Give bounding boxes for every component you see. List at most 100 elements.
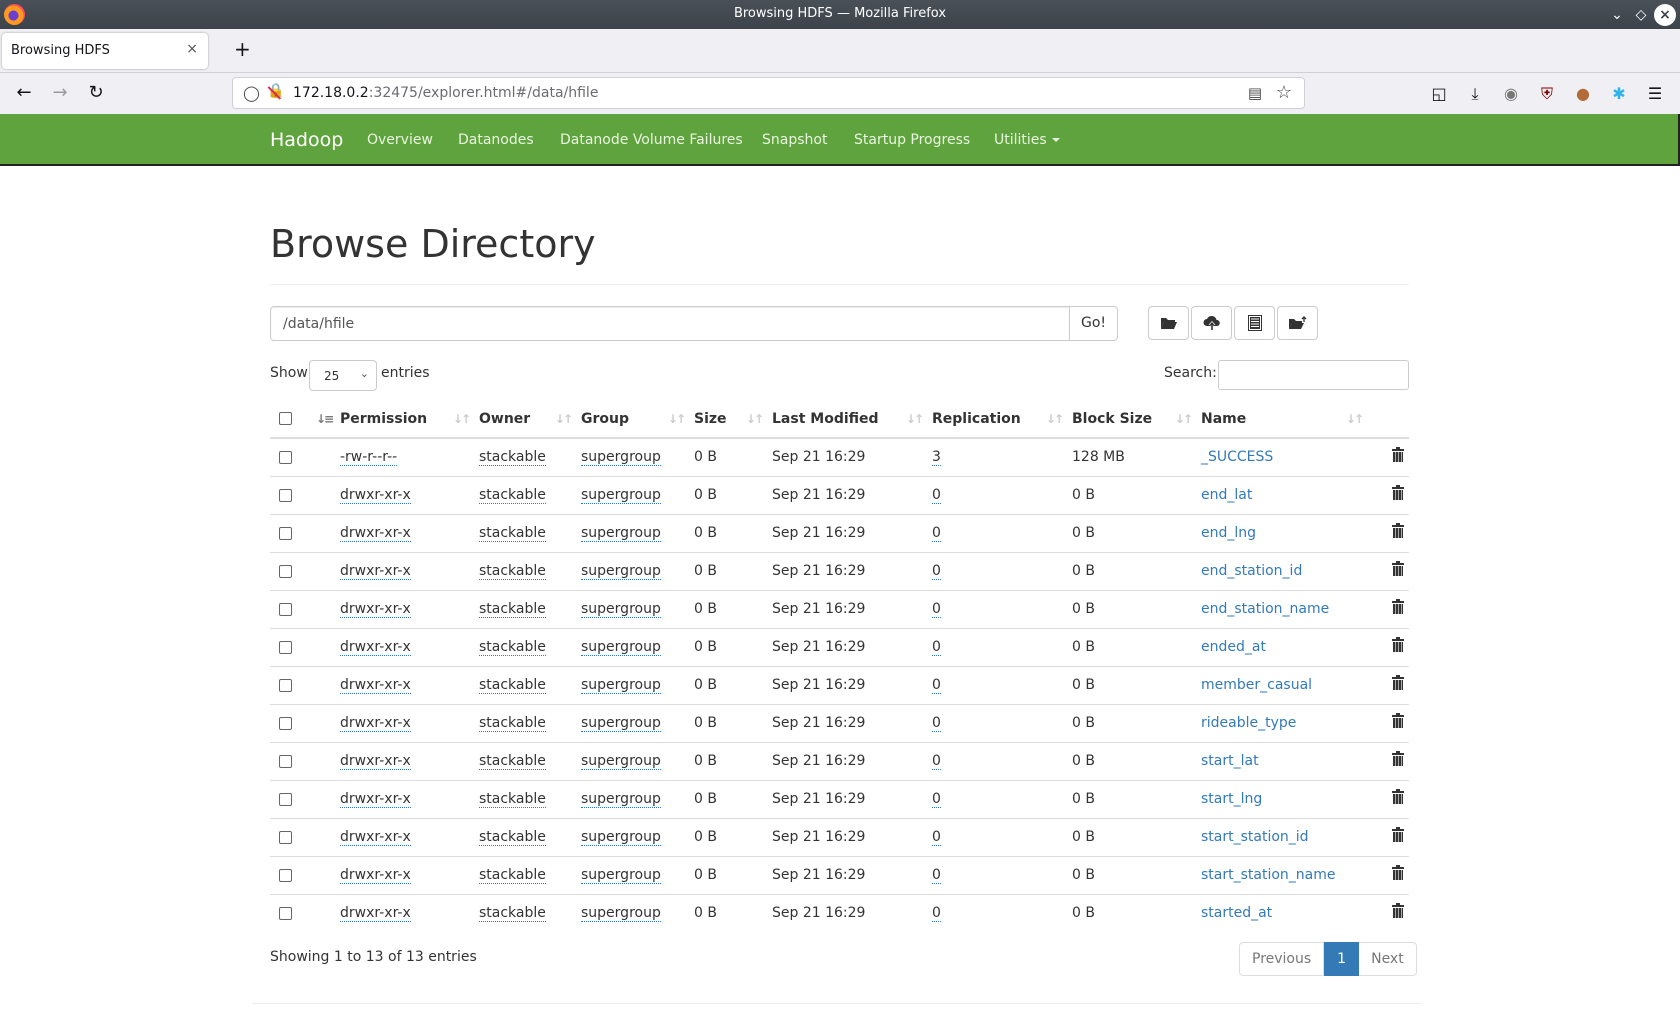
replication-value[interactable]: 0 xyxy=(932,487,941,504)
column-replication[interactable]: Replication ↓↑ xyxy=(932,400,1072,439)
replication-value[interactable]: 0 xyxy=(932,715,941,732)
owner-value[interactable]: stackable xyxy=(479,867,546,884)
permission-value[interactable]: drwxr-xr-x xyxy=(340,677,411,694)
trash-icon[interactable] xyxy=(1392,865,1404,880)
permission-value[interactable]: drwxr-xr-x xyxy=(340,905,411,923)
column-last-modified[interactable]: Last Modified ↓↑ xyxy=(772,400,932,439)
column-name[interactable]: Name ↓↑ xyxy=(1201,400,1372,439)
column-permission[interactable]: Permission ↓↑ xyxy=(340,400,479,439)
insecure-lock-icon[interactable]: 🔒 xyxy=(267,83,284,99)
replication-value[interactable]: 3 xyxy=(932,449,941,467)
trash-icon[interactable] xyxy=(1392,561,1404,576)
row-checkbox[interactable] xyxy=(279,716,292,730)
go-button[interactable]: Go! xyxy=(1069,306,1118,341)
hadoop-brand[interactable]: Hadoop xyxy=(270,129,343,151)
nav-snapshot[interactable]: Snapshot xyxy=(762,132,827,148)
permission-value[interactable]: drwxr-xr-x xyxy=(340,601,411,618)
new-tab-icon[interactable]: + xyxy=(234,37,251,61)
replication-value[interactable]: 0 xyxy=(932,791,941,808)
nav-overview[interactable]: Overview xyxy=(367,132,433,148)
permission-value[interactable]: drwxr-xr-x xyxy=(340,487,411,504)
row-checkbox[interactable] xyxy=(279,564,292,578)
entries-per-page-select[interactable]: 25 ⌄ xyxy=(309,360,377,391)
group-value[interactable]: supergroup xyxy=(581,601,661,618)
trash-icon[interactable] xyxy=(1392,599,1404,614)
permission-value[interactable]: drwxr-xr-x xyxy=(340,563,411,580)
create-directory-button[interactable] xyxy=(1148,306,1189,340)
replication-value[interactable]: 0 xyxy=(932,867,941,884)
menu-icon[interactable]: ☰ xyxy=(1644,83,1666,105)
owner-value[interactable]: stackable xyxy=(479,791,546,808)
file-name-link[interactable]: end_lat xyxy=(1201,487,1252,503)
trash-icon[interactable] xyxy=(1392,903,1404,919)
group-value[interactable]: supergroup xyxy=(581,677,661,694)
file-name-link[interactable]: end_station_name xyxy=(1201,601,1329,617)
file-name-link[interactable]: rideable_type xyxy=(1201,715,1296,731)
owner-value[interactable]: stackable xyxy=(479,677,546,694)
back-icon[interactable]: ← xyxy=(12,82,36,106)
trash-icon[interactable] xyxy=(1392,637,1404,652)
file-name-link[interactable]: member_casual xyxy=(1201,677,1312,693)
cut-paste-list-button[interactable] xyxy=(1234,306,1275,340)
select-all-checkbox[interactable] xyxy=(279,412,292,425)
owner-value[interactable]: stackable xyxy=(479,905,546,923)
bookmark-star-icon[interactable]: ☆ xyxy=(1276,82,1292,103)
owner-value[interactable]: stackable xyxy=(479,753,546,770)
column-owner[interactable]: Owner ↓↑ xyxy=(479,400,581,439)
minimize-icon[interactable]: ⌄ xyxy=(1606,4,1628,26)
group-value[interactable]: supergroup xyxy=(581,905,661,923)
permission-value[interactable]: drwxr-xr-x xyxy=(340,829,411,846)
trash-icon[interactable] xyxy=(1392,485,1404,500)
file-name-link[interactable]: start_lng xyxy=(1201,791,1262,807)
downloads-icon[interactable]: ⤓ xyxy=(1464,83,1486,105)
row-checkbox[interactable] xyxy=(279,754,292,768)
owner-value[interactable]: stackable xyxy=(479,829,546,846)
permission-value[interactable]: drwxr-xr-x xyxy=(340,639,411,656)
replication-value[interactable]: 0 xyxy=(932,753,941,770)
owner-value[interactable]: stackable xyxy=(479,639,546,656)
row-checkbox[interactable] xyxy=(279,450,292,464)
group-value[interactable]: supergroup xyxy=(581,791,661,808)
url-text[interactable]: 172.18.0.2:32475/explorer.html#/data/hfi… xyxy=(293,85,598,101)
owner-value[interactable]: stackable xyxy=(479,487,546,504)
nav-datanode-volume-failures[interactable]: Datanode Volume Failures xyxy=(560,132,743,148)
owner-value[interactable]: stackable xyxy=(479,563,546,580)
row-checkbox[interactable] xyxy=(279,792,292,806)
maximize-icon[interactable]: ◇ xyxy=(1630,4,1652,26)
nav-startup-progress[interactable]: Startup Progress xyxy=(854,132,970,148)
group-value[interactable]: supergroup xyxy=(581,753,661,770)
browser-tab[interactable]: Browsing HDFS × xyxy=(2,33,208,69)
trash-icon[interactable] xyxy=(1392,827,1404,842)
row-checkbox[interactable] xyxy=(279,906,292,920)
owner-value[interactable]: stackable xyxy=(479,715,546,732)
replication-value[interactable]: 0 xyxy=(932,677,941,694)
next-page-button[interactable]: Next xyxy=(1359,942,1417,976)
row-checkbox[interactable] xyxy=(279,868,292,882)
tab-close-icon[interactable]: × xyxy=(186,41,198,57)
previous-page-button[interactable]: Previous xyxy=(1239,942,1325,976)
cookie-extension-icon[interactable]: ● xyxy=(1572,83,1594,105)
group-value[interactable]: supergroup xyxy=(581,563,661,580)
file-name-link[interactable]: started_at xyxy=(1201,905,1272,921)
group-value[interactable]: supergroup xyxy=(581,715,661,732)
trash-icon[interactable] xyxy=(1392,751,1404,766)
owner-value[interactable]: stackable xyxy=(479,449,546,467)
extension-sparkle-icon[interactable]: ✱ xyxy=(1608,83,1630,105)
forward-icon[interactable]: → xyxy=(48,82,72,106)
upload-files-button[interactable] xyxy=(1191,306,1232,340)
extension-privacy-icon[interactable]: ◉ xyxy=(1500,83,1522,105)
ublock-origin-icon[interactable]: ⛨ xyxy=(1536,83,1558,105)
close-window-icon[interactable]: × xyxy=(1654,4,1676,26)
permission-value[interactable]: drwxr-xr-x xyxy=(340,867,411,884)
group-value[interactable]: supergroup xyxy=(581,449,661,467)
file-name-link[interactable]: end_station_id xyxy=(1201,563,1302,579)
replication-value[interactable]: 0 xyxy=(932,601,941,618)
nav-utilities[interactable]: Utilities xyxy=(994,132,1060,148)
group-value[interactable]: supergroup xyxy=(581,525,661,542)
trash-icon[interactable] xyxy=(1392,523,1404,538)
permission-value[interactable]: drwxr-xr-x xyxy=(340,791,411,808)
file-name-link[interactable]: start_station_id xyxy=(1201,829,1309,845)
replication-value[interactable]: 0 xyxy=(932,639,941,656)
pocket-icon[interactable]: ◱ xyxy=(1428,83,1450,105)
owner-value[interactable]: stackable xyxy=(479,601,546,618)
